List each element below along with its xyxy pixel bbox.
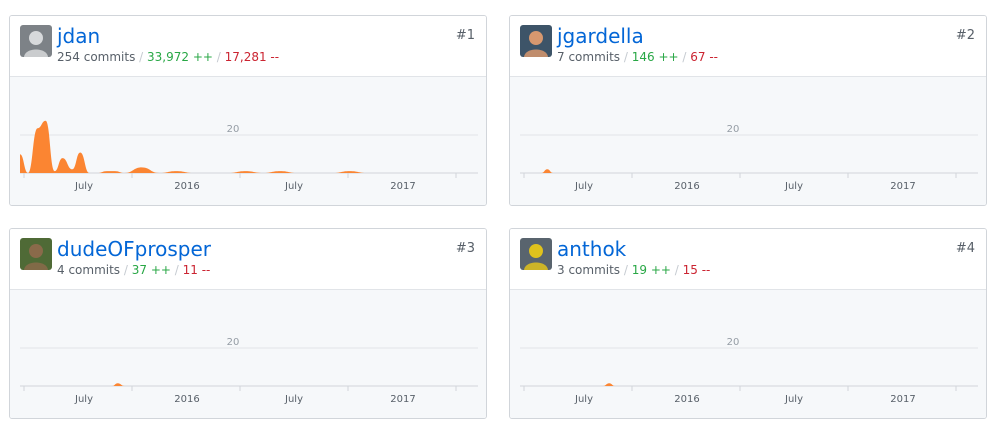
avatar[interactable]: [520, 238, 552, 270]
separator: /: [139, 50, 148, 64]
contribution-stats: 3 commits / 19 ++ / 15 --: [557, 262, 710, 278]
rank-label: #3: [455, 241, 475, 256]
commit-chart: 20 July 2016 July 2017: [20, 337, 478, 405]
contributor-card: jgardella #2 7 commits / 146 ++ / 67 -- …: [509, 15, 987, 206]
x-tick-label: 2017: [390, 394, 415, 405]
x-tick-label: July: [574, 181, 593, 192]
contributor-login-link[interactable]: jgardella: [557, 24, 644, 48]
avatar-image: [20, 25, 52, 57]
x-tick-label: July: [284, 181, 303, 192]
contributor-login-link[interactable]: anthok: [557, 237, 626, 261]
commit-count: 4 commits: [57, 263, 121, 277]
additions-count: 37 ++: [131, 263, 171, 277]
avatar[interactable]: [520, 25, 552, 57]
contributor-login-link[interactable]: jdan: [57, 24, 100, 48]
reference-label: 20: [727, 124, 740, 135]
separator: /: [174, 263, 183, 277]
commit-chart: 20 July 2016 July 2017: [520, 337, 978, 405]
commit-count: 3 commits: [557, 263, 621, 277]
avatar[interactable]: [20, 25, 52, 57]
x-tick-label: July: [784, 394, 803, 405]
reference-label: 20: [227, 337, 240, 348]
additions-count: 19 ++: [631, 263, 671, 277]
x-tick-label: July: [74, 394, 93, 405]
separator: /: [123, 263, 132, 277]
avatar-image: [520, 25, 552, 57]
card-header: jgardella #2 7 commits / 146 ++ / 67 --: [510, 16, 986, 77]
x-tick-label: 2016: [174, 181, 199, 192]
avatar-image: [520, 238, 552, 270]
reference-label: 20: [227, 124, 240, 135]
separator: /: [623, 263, 632, 277]
contribution-stats: 4 commits / 37 ++ / 11 --: [57, 262, 210, 278]
rank-label: #4: [955, 241, 975, 256]
commit-area-series: [20, 120, 470, 173]
reference-label: 20: [727, 337, 740, 348]
additions-count: 146 ++: [631, 50, 679, 64]
contributor-card: anthok #4 3 commits / 19 ++ / 15 -- 20 Ju…: [509, 228, 987, 419]
commit-chart: 20 July 2016 July 2017: [20, 120, 478, 192]
commit-count: 7 commits: [557, 50, 621, 64]
x-tick-label: July: [574, 394, 593, 405]
x-tick-label: July: [284, 394, 303, 405]
x-tick-label: 2016: [174, 394, 199, 405]
card-header: dudeOFprosper #3 4 commits / 37 ++ / 11 …: [10, 229, 486, 290]
contributor-card: dudeOFprosper #3 4 commits / 37 ++ / 11 …: [9, 228, 487, 419]
rank-label: #2: [955, 28, 975, 43]
deletions-count: 67 --: [690, 50, 719, 64]
contributor-login-link[interactable]: dudeOFprosper: [57, 237, 211, 261]
deletions-count: 11 --: [182, 263, 211, 277]
separator: /: [623, 50, 632, 64]
card-header: anthok #4 3 commits / 19 ++ / 15 --: [510, 229, 986, 290]
x-tick-label: July: [784, 181, 803, 192]
contributor-card: jdan #1 254 commits / 33,972 ++ / 17,281…: [9, 15, 487, 206]
commit-count: 254 commits: [57, 50, 136, 64]
commit-chart: 20 July 2016 July 2017: [520, 124, 978, 192]
avatar-image: [20, 238, 52, 270]
separator: /: [674, 263, 683, 277]
avatar[interactable]: [20, 238, 52, 270]
commit-activity-graph: 20 July 2016 July 2017: [510, 290, 986, 418]
commit-activity-graph: 20 July 2016 July 2017: [10, 77, 486, 205]
rank-label: #1: [455, 28, 475, 43]
x-tick-label: 2016: [674, 181, 699, 192]
x-tick-label: July: [74, 181, 93, 192]
contribution-stats: 254 commits / 33,972 ++ / 17,281 --: [57, 49, 279, 65]
x-tick-label: 2016: [674, 394, 699, 405]
card-header: jdan #1 254 commits / 33,972 ++ / 17,281…: [10, 16, 486, 77]
commit-activity-graph: 20 July 2016 July 2017: [510, 77, 986, 205]
x-tick-label: 2017: [390, 181, 415, 192]
contribution-stats: 7 commits / 146 ++ / 67 --: [557, 49, 718, 65]
commit-activity-graph: 20 July 2016 July 2017: [10, 290, 486, 418]
x-tick-label: 2017: [890, 394, 915, 405]
separator: /: [216, 50, 225, 64]
deletions-count: 17,281 --: [224, 50, 280, 64]
additions-count: 33,972 ++: [147, 50, 213, 64]
deletions-count: 15 --: [682, 263, 711, 277]
commit-area-series: [520, 169, 970, 173]
x-tick-label: 2017: [890, 181, 915, 192]
